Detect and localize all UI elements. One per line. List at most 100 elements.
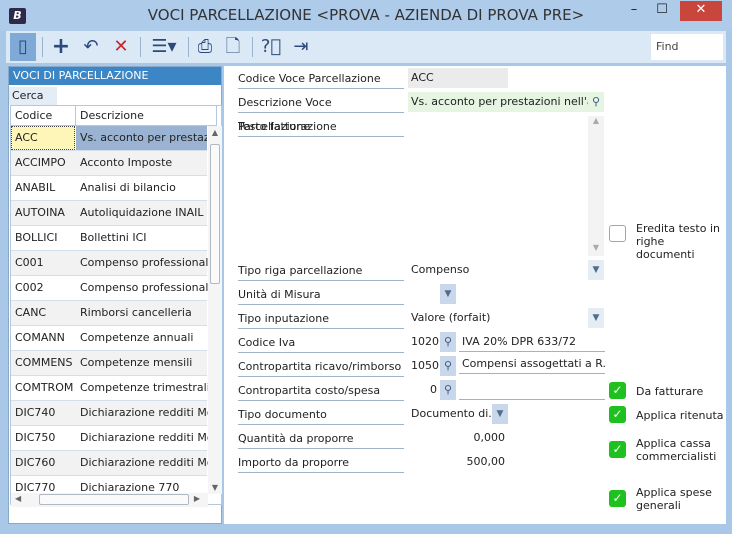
chevron-down-icon[interactable]: ▼ — [588, 260, 604, 280]
table-row[interactable]: DIC740 Dichiarazione redditi Mod... — [11, 401, 208, 426]
table-row[interactable]: C002 Compenso professionale ... — [11, 276, 208, 301]
cell-descrizione: Competenze trimestrali — [80, 381, 208, 394]
chevron-down-icon[interactable]: ▼ — [440, 284, 456, 304]
horizontal-scrollbar[interactable]: ◀ ▶ — [11, 493, 208, 507]
vertical-scrollbar[interactable]: ▲ ▼ — [208, 126, 222, 494]
cell-codice: ACC — [11, 126, 75, 150]
ritenuta-label: Applica ritenuta — [636, 409, 724, 422]
iva-desc-field: IVA 20% DPR 633/72 — [459, 332, 605, 352]
search-icon[interactable]: ⚲ — [440, 380, 456, 400]
importo-field[interactable]: 500,00 — [408, 452, 508, 472]
testo-label: Testo fatturazione — [238, 115, 404, 137]
exit-icon[interactable]: ⇥ — [288, 33, 314, 61]
table-row[interactable]: COMMENS Competenze mensili — [11, 351, 207, 376]
cell-codice: C002 — [15, 281, 44, 294]
separator — [188, 37, 189, 57]
search-icon[interactable]: ⚲ — [588, 92, 604, 112]
help-icon[interactable]: ?⃝ — [258, 33, 284, 61]
table-row[interactable]: ACCVs. acconto per prestazio... — [11, 126, 207, 151]
textarea-scrollbar[interactable]: ▲ ▼ — [588, 116, 604, 256]
print-icon[interactable]: ⎙ — [192, 33, 218, 61]
eredita-checkbox[interactable] — [609, 225, 626, 242]
maximize-button[interactable]: ☐ — [648, 1, 676, 21]
menu-icon[interactable]: ☰▾ — [146, 33, 182, 61]
cassa-label: Applica cassa commercialisti — [636, 437, 717, 463]
table-row[interactable]: ANABIL Analisi di bilancio — [11, 176, 207, 201]
cell-descrizione: Autoliquidazione INAIL — [80, 206, 204, 219]
list-rows: ACCVs. acconto per prestazio... ACCIMPO Ac… — [11, 126, 208, 493]
cell-descrizione: Dichiarazione redditi Mod... — [80, 431, 208, 444]
da-fatturare-checkbox[interactable]: ✓ — [609, 382, 626, 399]
detail-form: Codice Voce Parcellazione ACC Descrizion… — [224, 66, 726, 524]
separator — [252, 37, 253, 57]
column-header-codice[interactable]: Codice — [11, 106, 76, 126]
cell-descrizione: Bollettini ICI — [80, 231, 147, 244]
undo-icon[interactable]: ↶ — [78, 33, 104, 61]
chevron-down-icon[interactable]: ▼ — [588, 308, 604, 328]
cell-codice: DIC760 — [15, 456, 56, 469]
print-preview-icon[interactable]: 🗋 — [220, 33, 246, 61]
ritenuta-checkbox[interactable]: ✓ — [609, 406, 626, 423]
list-grid: Codice Descrizione ACC Vs. acconto per pr… — [10, 105, 222, 507]
list-panel-header: VOCI DI PARCELLAZIONE — [9, 67, 221, 85]
ricavo-label: Contropartita ricavo/rimborso — [238, 355, 404, 377]
descrizione-field[interactable]: Vs. acconto per prestazioni nell'anno — [408, 92, 588, 112]
list-panel: VOCI DI PARCELLAZIONE Cerca Codice Descr… — [8, 66, 222, 524]
table-row[interactable]: BOLLICI Bollettini ICI — [11, 226, 207, 251]
iva-label: Codice Iva — [238, 331, 404, 353]
ricavo-desc-field: Compensi assogettati a R.A. — [459, 354, 605, 374]
minimize-button[interactable]: – — [620, 1, 648, 21]
cassa-checkbox[interactable]: ✓ — [609, 441, 626, 458]
cell-descrizione: Compenso professionale ... — [80, 256, 208, 269]
um-dropdown[interactable] — [408, 284, 440, 304]
search-input[interactable] — [57, 87, 221, 105]
cell-descrizione: Vs. acconto per prestazio... — [76, 126, 207, 150]
cell-codice: C001 — [15, 256, 44, 269]
codice-field[interactable]: ACC — [408, 68, 508, 88]
table-row[interactable]: CANC Rimborsi cancelleria — [11, 301, 207, 326]
table-row[interactable]: DIC760 Dichiarazione redditi Mod... — [11, 451, 208, 476]
tipo-doc-dropdown[interactable]: Documento di... — [408, 404, 492, 424]
iva-code-field[interactable]: 1020 — [408, 332, 440, 352]
cell-codice: AUTOINA — [15, 206, 65, 219]
cell-codice: COMMENS — [15, 356, 73, 369]
tipo-riga-label: Tipo riga parcellazione — [238, 259, 404, 281]
search-icon[interactable]: ⚲ — [440, 332, 456, 352]
cell-codice: DIC750 — [15, 431, 56, 444]
table-row[interactable]: AUTOINA Autoliquidazione INAIL — [11, 201, 207, 226]
tipo-imp-label: Tipo inputazione — [238, 307, 404, 329]
spese-label: Applica spese generali — [636, 486, 712, 512]
tipo-doc-label: Tipo documento — [238, 403, 404, 425]
cell-descrizione: Analisi di bilancio — [80, 181, 176, 194]
tipo-riga-dropdown[interactable]: Compenso — [408, 260, 588, 280]
costo-code-field[interactable]: 0 — [408, 380, 440, 400]
panel-toggle-icon[interactable]: ▯ — [10, 33, 36, 61]
title-bar: B VOCI PARCELLAZIONE <PROVA - AZIENDA DI… — [0, 0, 732, 31]
qta-label: Quantità da proporre — [238, 427, 404, 449]
column-header-descrizione[interactable]: Descrizione — [76, 106, 217, 126]
spese-checkbox[interactable]: ✓ — [609, 490, 626, 507]
cell-codice: DIC770 — [15, 481, 56, 493]
qta-field[interactable]: 0,000 — [408, 428, 508, 448]
cell-descrizione: Dichiarazione redditi Mod... — [80, 406, 208, 419]
search-icon[interactable]: ⚲ — [440, 356, 456, 376]
toolbar: ▯ + ↶ ✕ ☰▾ ⎙ 🗋 ?⃝ ⇥ Find (Alt+F1) — [6, 31, 726, 79]
cell-codice: COMANN — [15, 331, 65, 344]
costo-label: Contropartita costo/spesa — [238, 379, 404, 401]
table-row[interactable]: COMTROM Competenze trimestrali — [11, 376, 208, 401]
tipo-imp-dropdown[interactable]: Valore (forfait) — [408, 308, 588, 328]
table-row[interactable]: DIC750 Dichiarazione redditi Mod... — [11, 426, 208, 451]
chevron-down-icon[interactable]: ▼ — [492, 404, 508, 424]
table-row[interactable]: ACCIMPO Acconto Imposte — [11, 151, 207, 176]
cell-descrizione: Acconto Imposte — [80, 156, 173, 169]
find-input[interactable]: Find (Alt+F1) — [651, 34, 723, 79]
cell-descrizione: Compenso professionale ... — [80, 281, 208, 294]
table-row[interactable]: C001 Compenso professionale ... — [11, 251, 208, 276]
table-row[interactable]: COMANN Competenze annuali — [11, 326, 207, 351]
close-button[interactable]: ✕ — [680, 1, 722, 21]
ricavo-code-field[interactable]: 1050 — [408, 356, 440, 376]
testo-textarea[interactable] — [408, 116, 604, 256]
add-icon[interactable]: + — [48, 33, 74, 61]
table-row[interactable]: DIC770 Dichiarazione 770 — [11, 476, 207, 493]
delete-icon[interactable]: ✕ — [108, 33, 134, 61]
